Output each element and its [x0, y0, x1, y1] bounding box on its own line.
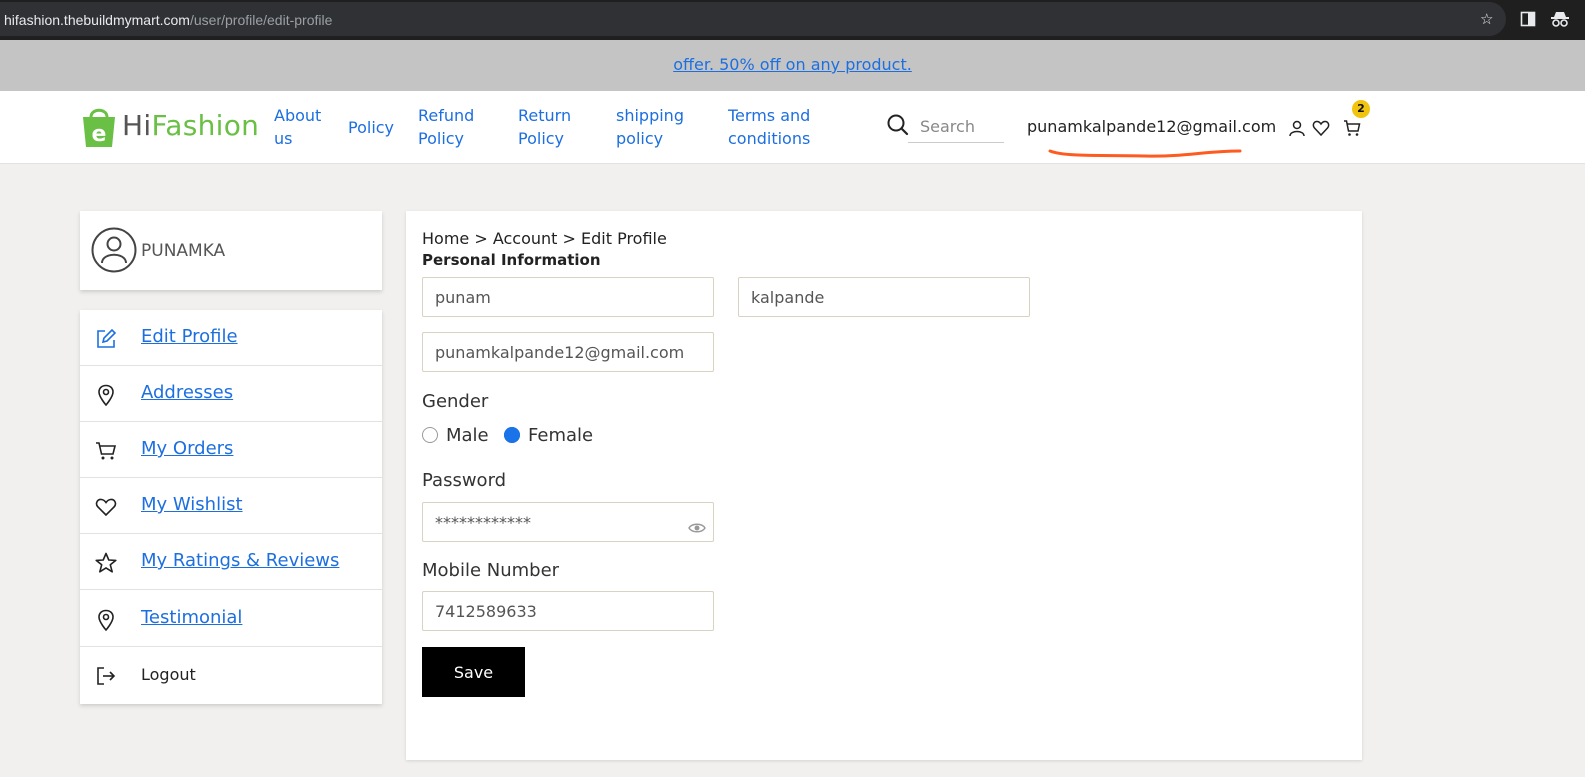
heart-icon[interactable]	[1312, 119, 1330, 137]
nav-return-policy[interactable]: Return Policy	[518, 104, 571, 150]
mobile-number-input[interactable]	[422, 591, 714, 631]
nav-about-line1: About	[274, 106, 322, 125]
side-panel-icon[interactable]	[1520, 11, 1536, 27]
nav-shipping-line2: policy	[616, 129, 664, 148]
logout-icon	[97, 667, 116, 685]
url-host: hifashion.thebuildmymart.com	[4, 12, 190, 28]
nav-policy-line1: Policy	[348, 118, 395, 137]
nav-shipping-policy[interactable]: shipping policy	[616, 104, 684, 150]
nav-terms-and-conditions[interactable]: Terms and conditions	[728, 104, 810, 150]
logo-text: HiFashion	[122, 109, 259, 142]
password-label: Password	[422, 470, 507, 491]
section-title: Personal Information	[422, 251, 601, 269]
email-input[interactable]	[422, 332, 714, 372]
url-text[interactable]: hifashion.thebuildmymart.com/user/profil…	[4, 12, 332, 28]
url-path: /user/profile/edit-profile	[189, 12, 333, 28]
menu-item-addresses[interactable]: Addresses	[80, 366, 382, 422]
gender-male-label[interactable]: Male	[446, 425, 489, 446]
nav-terms-line2: conditions	[728, 129, 811, 148]
menu-label-my-wishlist[interactable]: My Wishlist	[141, 494, 243, 515]
location-pin-icon	[98, 384, 114, 406]
bookmark-star-icon[interactable]: ☆	[1480, 10, 1493, 28]
header-user-email[interactable]: punamkalpande12@gmail.com	[1027, 117, 1276, 136]
cart-icon	[96, 442, 117, 460]
last-name-input[interactable]	[738, 277, 1030, 317]
nav-refund-line2: Policy	[418, 129, 465, 148]
cart-icon[interactable]	[1343, 119, 1361, 137]
menu-item-ratings-reviews[interactable]: My Ratings & Reviews	[80, 534, 382, 590]
edit-icon	[97, 328, 117, 348]
profile-name: PUNAMKA	[141, 241, 226, 261]
nav-return-line2: Policy	[518, 129, 565, 148]
edit-profile-panel: Home > Account > Edit Profile Personal I…	[406, 211, 1362, 760]
nav-shipping-line1: shipping	[616, 106, 684, 125]
account-menu: Edit Profile Addresses My Orders My Wish…	[80, 310, 382, 704]
save-button[interactable]: Save	[422, 647, 525, 697]
offer-banner: offer. 50% off on any product.	[0, 40, 1585, 91]
search-input[interactable]	[908, 111, 1004, 143]
nav-terms-line1: Terms and	[728, 106, 811, 125]
shopping-bag-logo-icon: e	[83, 108, 115, 147]
show-password-eye-icon[interactable]	[688, 519, 706, 537]
menu-item-my-wishlist[interactable]: My Wishlist	[80, 478, 382, 534]
heart-icon	[95, 498, 117, 517]
location-pin-icon	[98, 609, 114, 631]
nav-refund-line1: Refund	[418, 106, 475, 125]
mobile-number-label: Mobile Number	[422, 560, 560, 581]
offer-link[interactable]: offer. 50% off on any product.	[0, 55, 1585, 74]
site-header: e HiFashion About us Policy Refund Policy …	[0, 91, 1585, 164]
profile-card: PUNAMKA	[80, 211, 382, 290]
svg-text:e: e	[92, 122, 107, 147]
menu-label-edit-profile[interactable]: Edit Profile	[141, 326, 238, 347]
menu-label-addresses[interactable]: Addresses	[141, 382, 233, 403]
menu-item-testimonial[interactable]: Testimonial	[80, 591, 382, 647]
gender-male-radio[interactable]	[422, 427, 438, 443]
menu-label-testimonial[interactable]: Testimonial	[141, 607, 242, 628]
gender-female-label[interactable]: Female	[528, 425, 593, 446]
menu-label-my-orders[interactable]: My Orders	[141, 438, 233, 459]
nav-about-us[interactable]: About us	[274, 104, 321, 150]
browser-url-bar: hifashion.thebuildmymart.com/user/profil…	[0, 0, 1585, 40]
first-name-input[interactable]	[422, 277, 714, 317]
password-input[interactable]	[422, 502, 714, 542]
nav-refund-policy[interactable]: Refund Policy	[418, 104, 474, 150]
menu-label-logout[interactable]: Logout	[141, 665, 196, 684]
logo-hi: Hi	[122, 109, 152, 142]
nav-return-line1: Return	[518, 106, 572, 125]
address-bar[interactable]: hifashion.thebuildmymart.com/user/profil…	[0, 2, 1506, 36]
logo-fashion: Fashion	[151, 109, 260, 142]
incognito-icon[interactable]	[1550, 10, 1570, 28]
user-icon[interactable]	[1288, 119, 1306, 137]
breadcrumb: Home > Account > Edit Profile	[422, 229, 667, 248]
nav-policy[interactable]: Policy	[348, 116, 394, 139]
menu-item-my-orders[interactable]: My Orders	[80, 422, 382, 478]
gender-female-radio[interactable]	[504, 427, 520, 443]
avatar-icon	[91, 227, 137, 273]
hifashion-logo[interactable]: e HiFashion	[80, 103, 260, 153]
menu-item-edit-profile[interactable]: Edit Profile	[80, 310, 382, 366]
nav-about-line2: us	[274, 129, 293, 148]
menu-label-ratings-reviews[interactable]: My Ratings & Reviews	[141, 550, 339, 571]
star-icon	[95, 552, 117, 573]
menu-item-logout[interactable]: Logout	[80, 647, 382, 703]
search-icon[interactable]	[886, 113, 910, 137]
search-box	[886, 111, 1006, 145]
cart-count-badge: 2	[1352, 100, 1370, 118]
gender-label: Gender	[422, 391, 489, 412]
